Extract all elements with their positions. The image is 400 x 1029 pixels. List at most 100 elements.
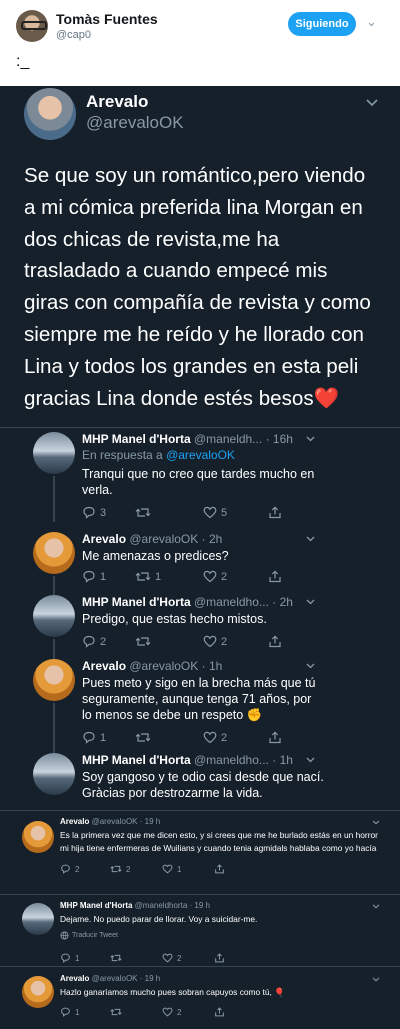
share-button[interactable]	[268, 731, 282, 744]
outer-tweet: Tomàs Fuentes @cap0 Siguiendo ⌄ :_	[0, 0, 400, 86]
like-count: 2	[177, 953, 182, 963]
reply-header: Arevalo @arevaloOK · 1h	[82, 659, 222, 673]
like-button[interactable]: 5	[203, 506, 268, 519]
avatar[interactable]	[33, 753, 75, 795]
main-tweet: Arevalo @arevaloOK Se que soy un románti…	[0, 86, 400, 424]
reply-tweet[interactable]: MHP Manel d'Horta @maneldho... · 2h Pred…	[0, 595, 400, 659]
retweet-count: 2	[126, 864, 131, 874]
author-handle[interactable]: @arevaloOK	[86, 113, 184, 133]
mention-link[interactable]: @arevaloOK	[166, 448, 235, 462]
timestamp[interactable]: · 1h	[272, 753, 293, 767]
chevron-down-icon[interactable]	[372, 901, 380, 912]
timestamp[interactable]: · 2h	[272, 595, 293, 609]
following-button[interactable]: Siguiendo	[288, 12, 356, 36]
timestamp[interactable]: · 1h	[202, 659, 223, 673]
like-button[interactable]: 2	[162, 1007, 214, 1017]
author-handle[interactable]: @maneldho...	[194, 753, 269, 767]
author-handle[interactable]: @arevaloOK	[129, 659, 198, 673]
reply-button[interactable]: 1	[82, 570, 135, 583]
author-handle[interactable]: @arevaloOK	[92, 974, 138, 983]
like-button[interactable]: 2	[203, 570, 268, 583]
author-name[interactable]: Arevalo	[82, 659, 126, 673]
reply-header: MHP Manel d'Horta @maneldhorta · 19 h	[60, 901, 210, 910]
retweet-button[interactable]	[135, 731, 203, 744]
reply-icon	[83, 731, 95, 744]
avatar[interactable]	[33, 532, 75, 574]
author-handle[interactable]: @arevaloOK	[92, 817, 138, 826]
share-button[interactable]	[214, 864, 225, 874]
avatar[interactable]	[16, 10, 48, 42]
author-handle[interactable]: @arevaloOK	[129, 532, 198, 546]
reply-tweet[interactable]: MHP Manel d'Horta @maneldho... · 1h Soy …	[0, 753, 400, 805]
share-button[interactable]	[268, 570, 282, 583]
like-button[interactable]: 2	[162, 953, 214, 963]
chevron-down-icon[interactable]	[306, 597, 315, 608]
reply-button[interactable]: 2	[60, 864, 110, 874]
retweet-button[interactable]	[110, 1007, 162, 1017]
author-name[interactable]: Tomàs Fuentes	[56, 11, 158, 27]
avatar[interactable]	[22, 976, 54, 1008]
retweet-button[interactable]: 2	[110, 864, 162, 874]
author-name[interactable]: MHP Manel d'Horta	[82, 432, 191, 446]
chevron-down-icon[interactable]	[306, 755, 315, 766]
author-handle[interactable]: @maneldh...	[194, 432, 262, 446]
timestamp[interactable]: · 2h	[202, 532, 223, 546]
chevron-down-icon[interactable]	[306, 534, 315, 545]
chevron-down-icon[interactable]	[372, 817, 380, 828]
timestamp[interactable]: · 19 h	[140, 974, 160, 983]
author-handle[interactable]: @cap0	[56, 29, 91, 41]
reply-header: Arevalo @arevaloOK · 2h	[82, 532, 222, 546]
share-icon	[215, 1007, 224, 1017]
reply-button[interactable]: 1	[82, 731, 135, 744]
retweet-button[interactable]: 1	[135, 570, 203, 583]
chevron-down-icon[interactable]: ⌄	[366, 14, 377, 30]
retweet-button[interactable]	[135, 506, 203, 519]
reply-button[interactable]: 3	[82, 506, 135, 519]
translate-tweet-link[interactable]: Traducir Tweet	[60, 931, 118, 940]
reply-icon	[83, 506, 95, 519]
author-name[interactable]: Arevalo	[82, 532, 126, 546]
retweet-button[interactable]	[110, 953, 162, 963]
chevron-down-icon[interactable]	[366, 94, 378, 110]
reply-button[interactable]: 1	[60, 1007, 110, 1017]
share-button[interactable]	[268, 635, 282, 648]
timestamp[interactable]: · 16h	[266, 432, 293, 446]
reply-tweet[interactable]: MHP Manel d'Horta @maneldhorta · 19 h De…	[0, 901, 400, 971]
divider	[0, 894, 400, 895]
author-handle[interactable]: @maneldho...	[194, 595, 269, 609]
share-icon	[215, 864, 224, 874]
avatar[interactable]	[22, 821, 54, 853]
chevron-down-icon[interactable]	[306, 434, 315, 445]
like-button[interactable]: 2	[203, 635, 268, 648]
timestamp[interactable]: · 19 h	[190, 901, 210, 910]
author-name[interactable]: Arevalo	[60, 817, 89, 826]
avatar[interactable]	[22, 903, 54, 935]
like-button[interactable]: 1	[162, 864, 214, 874]
like-button[interactable]: 2	[203, 731, 268, 744]
author-name[interactable]: MHP Manel d'Horta	[82, 595, 191, 609]
avatar[interactable]	[33, 595, 75, 637]
author-handle[interactable]: @maneldhorta	[135, 901, 188, 910]
share-button[interactable]	[214, 953, 225, 963]
author-name[interactable]: Arevalo	[86, 92, 148, 112]
like-count: 2	[177, 1007, 182, 1017]
chevron-down-icon[interactable]	[306, 661, 315, 672]
timestamp[interactable]: · 19 h	[140, 817, 160, 826]
avatar[interactable]	[33, 432, 75, 474]
reply-tweet[interactable]: Arevalo @arevaloOK · 1h Pues meto y sigo…	[0, 659, 400, 753]
share-button[interactable]	[268, 506, 282, 519]
reply-button[interactable]: 1	[60, 953, 110, 963]
reply-tweet[interactable]: MHP Manel d'Horta @maneldh... · 16h En r…	[0, 432, 400, 524]
chevron-down-icon[interactable]	[372, 974, 380, 985]
retweet-button[interactable]	[135, 635, 203, 648]
reply-tweet[interactable]: Arevalo @arevaloOK · 2h Me amenazas o pr…	[0, 532, 400, 596]
author-name[interactable]: MHP Manel d'Horta	[82, 753, 191, 767]
author-name[interactable]: Arevalo	[60, 974, 89, 983]
avatar[interactable]	[24, 88, 76, 140]
reply-tweet[interactable]: Arevalo @arevaloOK · 19 h Es la primera …	[0, 817, 400, 897]
avatar[interactable]	[33, 659, 75, 701]
author-name[interactable]: MHP Manel d'Horta	[60, 901, 132, 910]
reply-tweet[interactable]: Arevalo @arevaloOK · 19 h Hazlo ganaríam…	[0, 974, 400, 1029]
share-button[interactable]	[214, 1007, 225, 1017]
reply-button[interactable]: 2	[82, 635, 135, 648]
